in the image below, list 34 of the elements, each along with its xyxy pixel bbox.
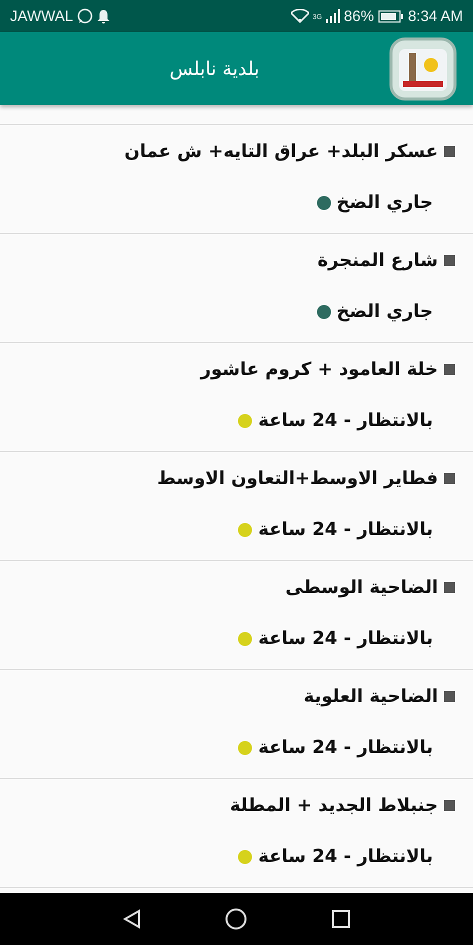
battery-icon xyxy=(378,10,404,22)
app-title: بلدية نابلس xyxy=(168,58,260,80)
recents-icon[interactable] xyxy=(331,909,352,929)
bullet-icon xyxy=(444,691,455,702)
pumping-status: بالانتظار - 24 ساعة xyxy=(258,846,433,867)
district-name: عسكر البلد+ عراق التايه+ ش عمان xyxy=(124,141,438,162)
pumping-status: بالانتظار - 24 ساعة xyxy=(258,737,433,758)
pumping-status: بالانتظار - 24 ساعة xyxy=(258,410,433,431)
clock-time: 8:34 AM xyxy=(408,8,463,24)
bullet-icon xyxy=(444,255,455,266)
bullet-icon xyxy=(444,364,455,375)
pumping-status: بالانتظار - 24 ساعة xyxy=(258,628,433,649)
district-name: جنبلاط الجديد + المطلة xyxy=(230,795,438,816)
pumping-status: جاري الضخ xyxy=(336,301,433,322)
back-icon[interactable] xyxy=(122,909,142,929)
battery-percent: 86% xyxy=(344,8,374,24)
home-icon[interactable] xyxy=(225,908,248,930)
bullet-icon xyxy=(444,582,455,593)
bell-icon xyxy=(97,8,110,24)
bullet-icon xyxy=(444,146,455,157)
district-name: شارع المنجرة xyxy=(317,250,438,271)
signal-icon xyxy=(326,9,340,23)
district-name: فطاير الاوسط+التعاون الاوسط xyxy=(157,468,438,489)
bullet-icon xyxy=(444,473,455,484)
carrier-name: JAWWAL xyxy=(10,8,74,24)
bullet-icon xyxy=(444,800,455,811)
pumping-status: جاري الضخ xyxy=(336,192,433,213)
pumping-status: بالانتظار - 24 ساعة xyxy=(258,519,433,540)
chat-icon xyxy=(77,8,94,24)
district-name: الضاحية الوسطى xyxy=(285,577,438,598)
logo-icon xyxy=(389,36,457,100)
district-name: الضاحية العلوية xyxy=(304,686,438,707)
district-name: خلة العامود + كروم عاشور xyxy=(200,359,438,380)
wifi-icon xyxy=(290,9,309,23)
